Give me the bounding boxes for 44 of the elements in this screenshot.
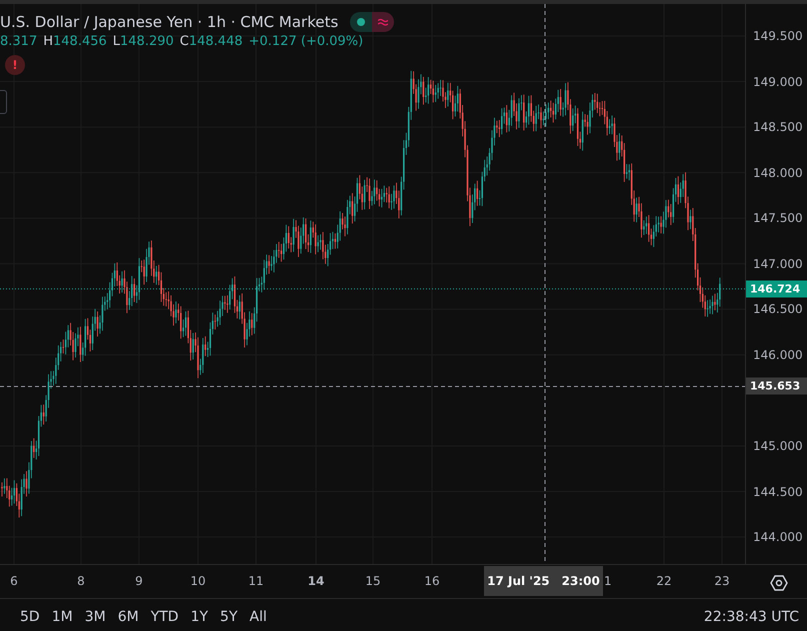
time-tick: 11: [248, 574, 264, 588]
ohlc-value: 8.317: [0, 34, 38, 49]
range-button[interactable]: YTD: [146, 607, 183, 627]
time-tick: 14: [308, 574, 324, 588]
price-tick: 145.000: [753, 438, 803, 453]
alert-icon[interactable]: !: [5, 55, 25, 75]
range-button[interactable]: 1Y: [186, 607, 212, 627]
symbol-title: U.S. Dollar / Japanese Yen · 1h · CMC Markets: [0, 13, 338, 31]
price-tick: 147.500: [753, 211, 803, 226]
range-button[interactable]: 6M: [114, 607, 143, 627]
price-tick: 146.000: [753, 348, 803, 362]
crosshair-price-label: 145.653: [746, 378, 807, 395]
time-tick: 22: [656, 574, 672, 588]
ohlc-value: H148.456: [43, 34, 107, 49]
price-tick: 146.500: [753, 302, 803, 316]
price-tick: 149.500: [753, 29, 803, 43]
crosshair-time-label: 17 Jul '25 23:00: [484, 566, 603, 596]
settings-icon[interactable]: [770, 574, 788, 592]
time-tick: 8: [77, 574, 85, 588]
price-tick: 144.000: [753, 530, 803, 544]
range-button[interactable]: All: [246, 607, 271, 627]
range-button[interactable]: 1M: [48, 607, 77, 627]
time-tick: 6: [10, 574, 18, 588]
clock: 22:38:43 UTC: [704, 609, 799, 625]
price-tick: 148.000: [753, 166, 803, 180]
ohlc-value: C148.448: [180, 34, 243, 49]
time-tick: 23: [714, 574, 730, 588]
last-price-label: 146.724: [746, 280, 807, 298]
range-button[interactable]: 5D: [16, 607, 44, 627]
price-tick: 147.000: [753, 256, 803, 271]
time-tick: 15: [365, 574, 381, 588]
range-button[interactable]: 5Y: [216, 607, 242, 627]
price-tick: 144.500: [753, 484, 803, 498]
range-button[interactable]: 3M: [80, 607, 110, 627]
ohlc-value: L148.290: [112, 34, 174, 49]
market-status-pill[interactable]: [350, 12, 394, 32]
price-tick: 148.500: [753, 120, 803, 134]
time-tick: 1: [604, 574, 612, 588]
wave-icon: [378, 18, 388, 26]
time-tick: 16: [424, 574, 440, 588]
time-tick: 9: [135, 574, 143, 588]
price-change: +0.127 (+0.09%): [248, 34, 364, 49]
price-tick: 149.000: [753, 74, 803, 89]
time-tick: 10: [190, 574, 206, 588]
